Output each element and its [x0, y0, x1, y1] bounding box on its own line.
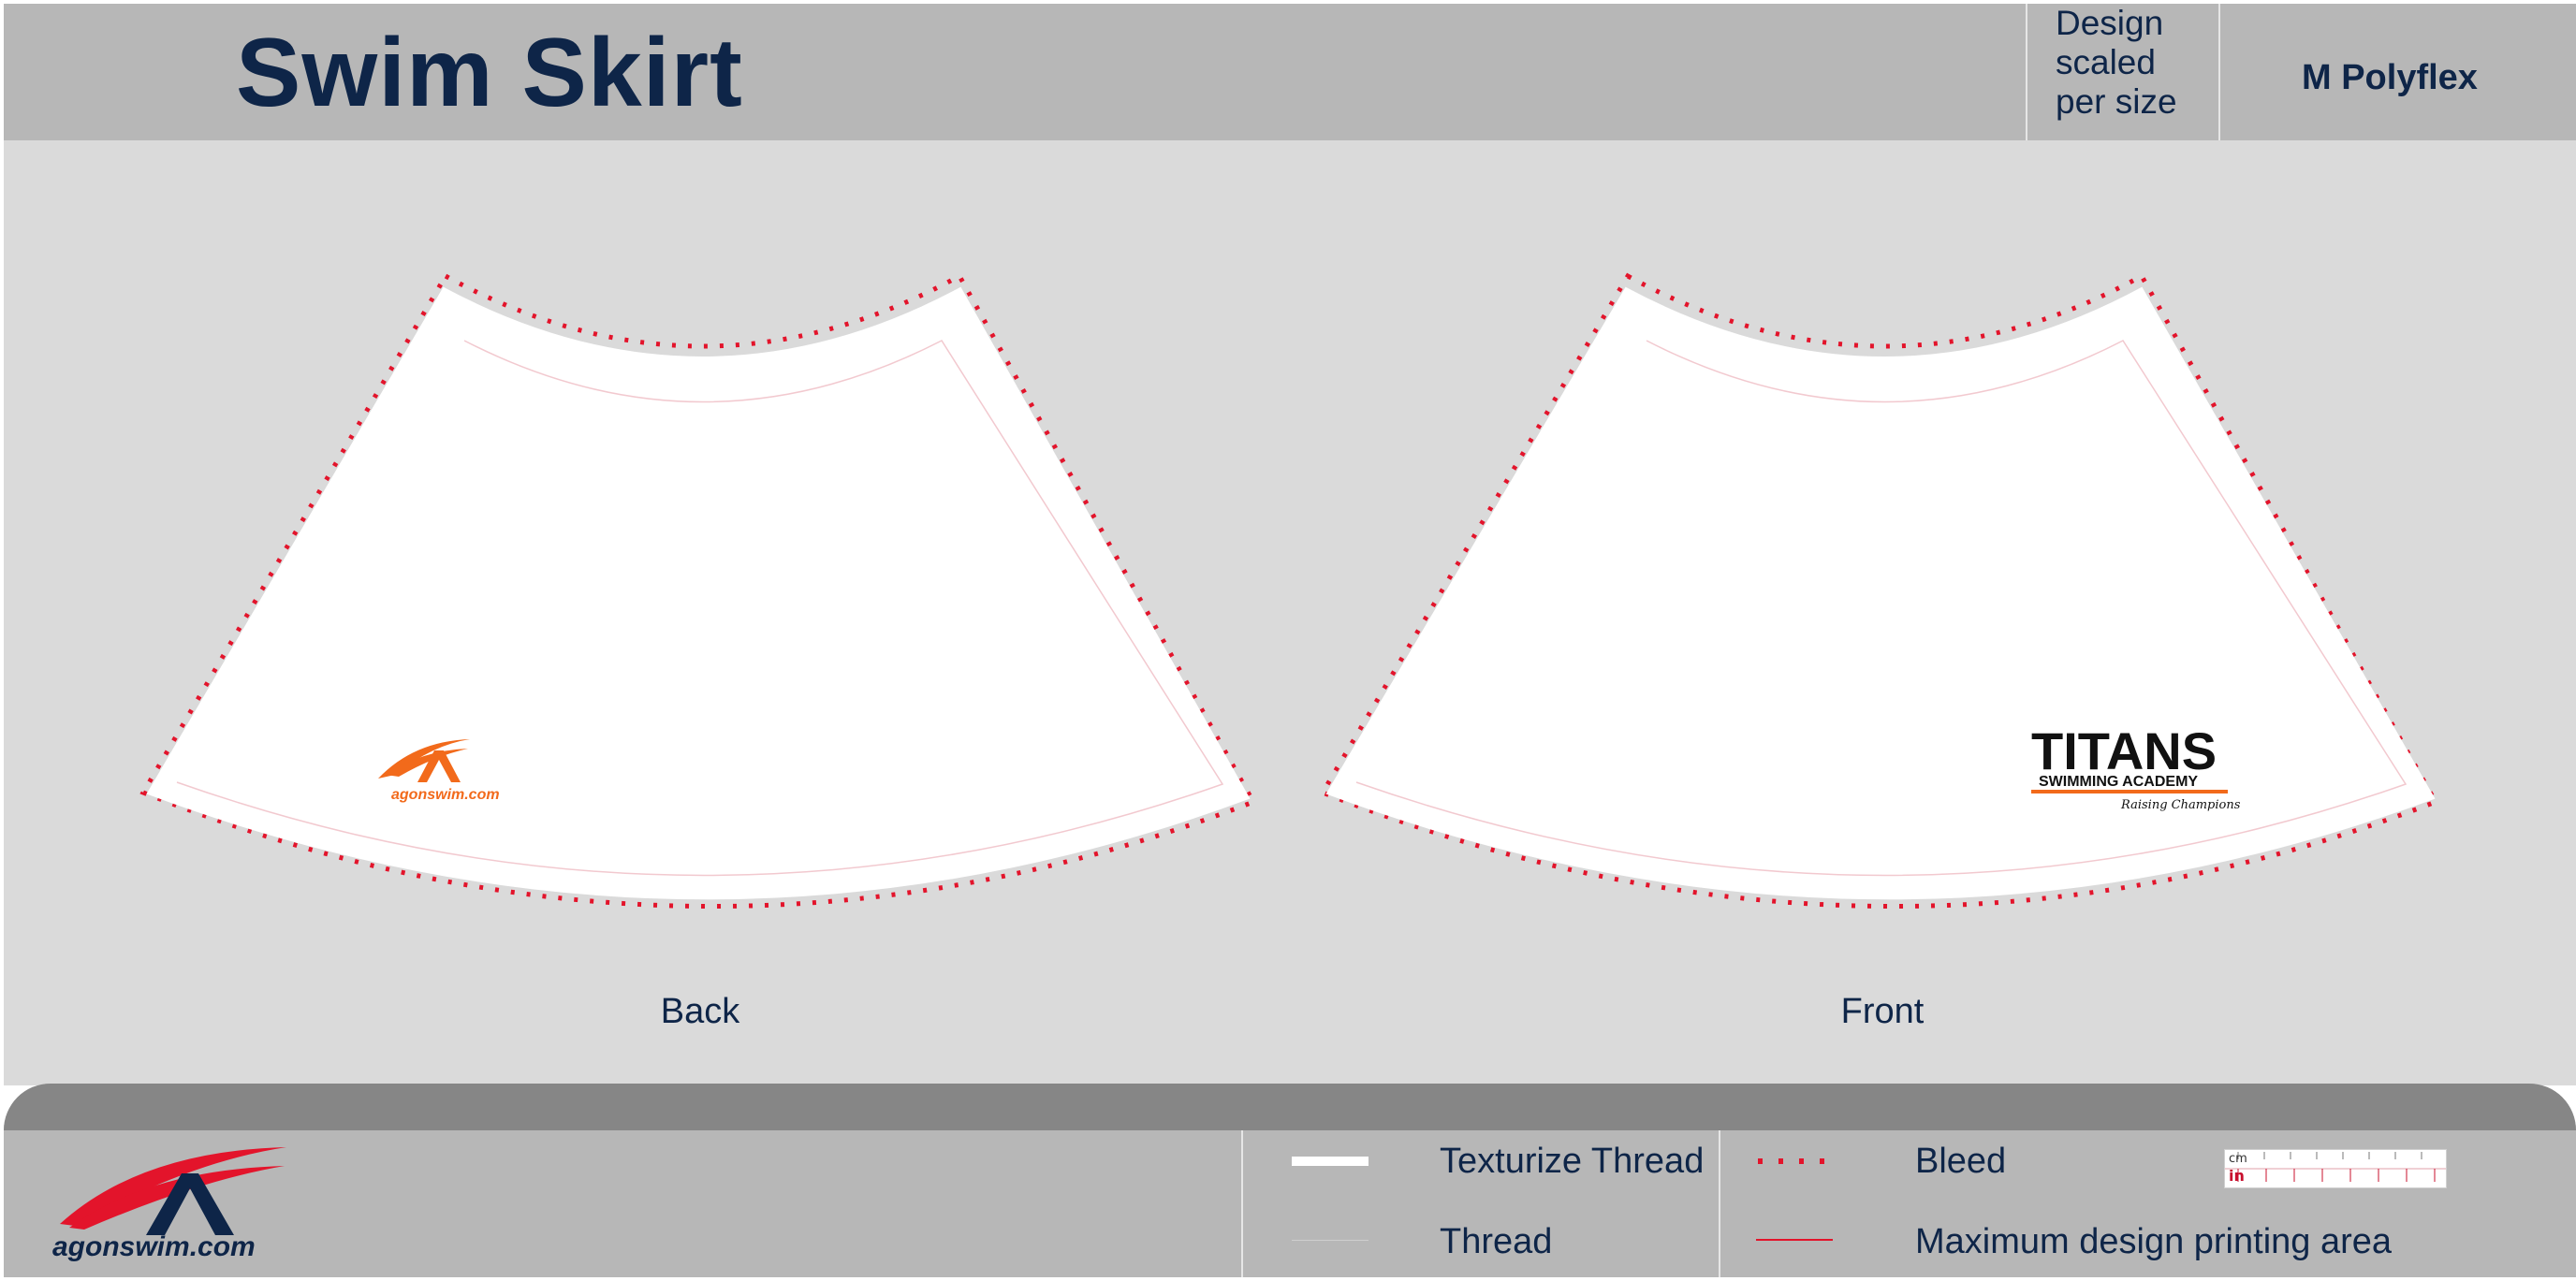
- max-area-swatch: [1756, 1239, 1833, 1241]
- thread-swatch: [1292, 1240, 1368, 1241]
- ruler-in-label: in: [2229, 1167, 2245, 1185]
- front-panel-label: Front: [1840, 992, 1925, 1031]
- pattern-canvas: agonswim.com TITANS SWIMMING ACADEMY Rai…: [4, 140, 2576, 1085]
- back-panel-piece[interactable]: [146, 286, 1251, 900]
- back-panel-label: Back: [660, 992, 740, 1031]
- design-note: Design scaled per size: [2056, 4, 2177, 121]
- header-bar: Swim Skirt Design scaled per size M Poly…: [4, 4, 2576, 140]
- ruler-ticks: [2225, 1152, 2446, 1182]
- design-note-cell: Design scaled per size: [2026, 4, 2220, 140]
- max-area-label: Maximum design printing area: [1915, 1222, 2393, 1261]
- texturize-thread-label: Texturize Thread: [1440, 1142, 1705, 1181]
- titans-subtitle: SWIMMING ACADEMY: [2039, 774, 2198, 790]
- agonswim-brand-logo: [60, 1147, 286, 1235]
- brand-text: agonswim.com: [52, 1231, 256, 1262]
- ruler-cm-label: cm: [2229, 1152, 2247, 1166]
- scale-ruler: cm in: [2224, 1149, 2447, 1188]
- texturize-thread-swatch: [1292, 1157, 1368, 1166]
- bleed-swatch: [1758, 1158, 1838, 1164]
- bleed-label: Bleed: [1915, 1142, 2007, 1181]
- titans-underline: [2031, 790, 2228, 793]
- footer-bar: agonswim.com Texturize Thread Thread Ble…: [4, 1084, 2576, 1277]
- titans-tagline: Raising Champions: [2120, 798, 2241, 812]
- page-title: Swim Skirt: [236, 19, 743, 127]
- footer-divider-1: [1241, 1130, 1243, 1277]
- titans-wordmark: TITANS: [2031, 721, 2217, 780]
- footer-band: [4, 1084, 2576, 1130]
- pattern-artwork: agonswim.com TITANS SWIMMING ACADEMY Rai…: [139, 272, 2439, 909]
- size-fabric-label: M Polyflex: [2302, 58, 2478, 97]
- back-logo-text: agonswim.com: [391, 787, 500, 803]
- thread-label: Thread: [1440, 1222, 1553, 1261]
- front-panel-piece[interactable]: [1325, 286, 2436, 900]
- footer-divider-2: [1719, 1130, 1720, 1277]
